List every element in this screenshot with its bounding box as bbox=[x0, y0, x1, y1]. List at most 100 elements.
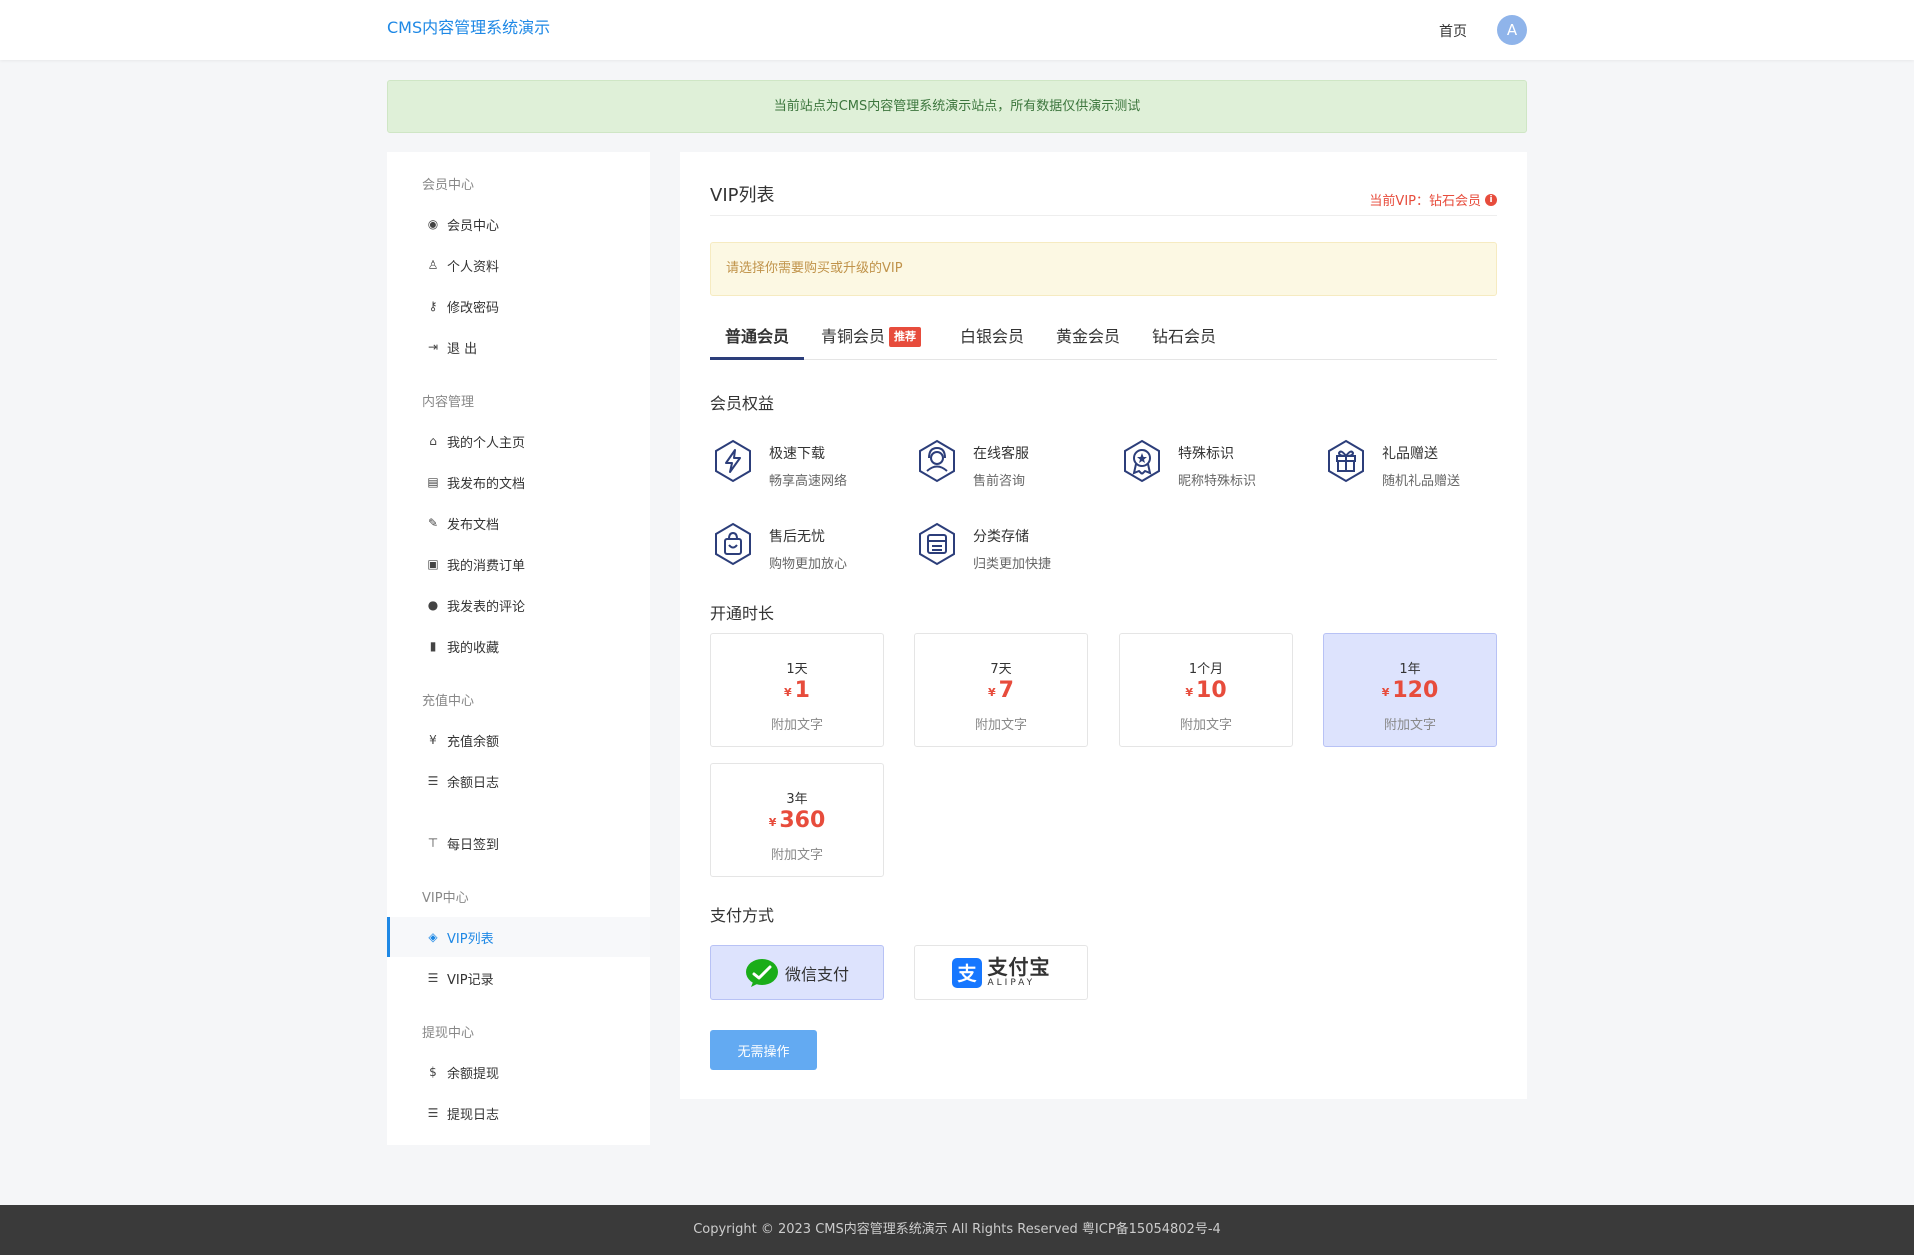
diamond-icon: ◈ bbox=[428, 930, 438, 944]
user-circle-icon: ◉ bbox=[427, 217, 439, 231]
vip-tabs: 普通会员 青铜会员 推荐 白银会员 黄金会员 钻石会员 bbox=[710, 320, 1497, 360]
no-action-button[interactable]: 无需操作 bbox=[710, 1030, 817, 1070]
tab-diamond-member[interactable]: 钻石会员 bbox=[1152, 320, 1216, 360]
key-icon: ⚷ bbox=[428, 299, 438, 313]
tab-label: 白银会员 bbox=[960, 327, 1025, 346]
shopping-bag-icon bbox=[715, 522, 751, 566]
benefit-title: 在线客服 bbox=[973, 446, 1029, 462]
alipay-icon: 支 bbox=[951, 957, 982, 988]
sidebar-group-title-member: 会员中心 bbox=[422, 178, 475, 193]
brand-logo-text[interactable]: CMS内容管理系统演示 bbox=[387, 14, 550, 38]
select-vip-tip: 请选择你需要购买或升级的VIP bbox=[710, 242, 1497, 296]
sidebar-group-title-vip: VIP中心 bbox=[422, 891, 469, 906]
signpost-icon: ⊤ bbox=[427, 836, 439, 850]
page-title: VIP列表 bbox=[710, 185, 775, 206]
sidebar-item-member-center[interactable]: ◉ 会员中心 bbox=[387, 204, 650, 244]
price-value: 360 bbox=[779, 808, 826, 833]
plan-note: 附加文字 bbox=[770, 718, 823, 733]
sidebar-item-profile[interactable]: ♙ 个人资料 bbox=[387, 245, 650, 285]
site-notice-banner: 当前站点为CMS内容管理系统演示站点，所有数据仅供演示测试 bbox=[387, 80, 1527, 133]
recommend-badge: 推荐 bbox=[889, 327, 922, 347]
currency-symbol: ¥ bbox=[1185, 686, 1194, 699]
sidebar-item-comments[interactable]: ● 我发表的评论 bbox=[387, 585, 650, 625]
sidebar-item-label: 我的收藏 bbox=[447, 640, 500, 656]
list-icon: ☰ bbox=[427, 971, 439, 985]
benefit-item: 特殊标识 昵称特殊标识 bbox=[1119, 438, 1319, 498]
sidebar: 会员中心 ◉ 会员中心 ♙ 个人资料 ⚷ 修改密码 ⇥ 退 出 内容管理 ⌂ 我的个人主页… bbox=[387, 152, 650, 1145]
sidebar-item-change-password[interactable]: ⚷ 修改密码 bbox=[387, 286, 650, 326]
tab-bronze-member[interactable]: 青铜会员 推荐 bbox=[821, 320, 922, 360]
sidebar-item-favorites[interactable]: ▮ 我的收藏 bbox=[387, 626, 650, 666]
benefit-desc: 归类更加快捷 bbox=[973, 557, 1052, 572]
yen-icon: ¥ bbox=[429, 733, 437, 747]
plan-option-1-month[interactable]: 1个月 ¥10 附加文字 bbox=[1119, 633, 1293, 747]
plan-name: 1个月 bbox=[1188, 662, 1224, 677]
tab-gold-member[interactable]: 黄金会员 bbox=[1056, 320, 1120, 360]
sidebar-item-withdraw[interactable]: $ 余额提现 bbox=[387, 1052, 650, 1092]
sidebar-group-title-content: 内容管理 bbox=[422, 395, 475, 410]
payment-option-wechat[interactable]: 微信支付 bbox=[710, 945, 884, 1000]
sidebar-item-orders[interactable]: ▣ 我的消费订单 bbox=[387, 544, 650, 584]
sidebar-item-withdraw-log[interactable]: ☰ 提现日志 bbox=[387, 1093, 650, 1133]
sidebar-item-label: 每日签到 bbox=[447, 837, 500, 853]
currency-symbol: ¥ bbox=[768, 816, 777, 829]
svg-text:支: 支 bbox=[956, 963, 977, 985]
plan-option-1-day[interactable]: 1天 ¥1 附加文字 bbox=[710, 633, 884, 747]
benefit-title: 礼品赠送 bbox=[1382, 446, 1438, 462]
plan-note: 附加文字 bbox=[974, 718, 1027, 733]
pencil-icon: ✎ bbox=[427, 516, 439, 530]
plan-option-1-year[interactable]: 1年 ¥120 附加文字 bbox=[1323, 633, 1497, 747]
wechat-icon bbox=[745, 958, 778, 987]
plan-note: 附加文字 bbox=[1383, 718, 1436, 733]
plan-name: 1天 bbox=[786, 662, 808, 677]
avatar[interactable]: A bbox=[1497, 15, 1527, 45]
sidebar-item-daily-checkin[interactable]: ⊤ 每日签到 bbox=[387, 823, 650, 863]
plan-option-3-years[interactable]: 3年 ¥360 附加文字 bbox=[710, 763, 884, 877]
plan-price: ¥120 bbox=[1324, 678, 1496, 703]
tab-silver-member[interactable]: 白银会员 bbox=[960, 320, 1024, 360]
sidebar-item-recharge[interactable]: ¥ 充值余额 bbox=[387, 720, 650, 760]
lightning-icon bbox=[715, 439, 751, 483]
tab-label: 青铜会员 bbox=[821, 327, 886, 346]
alipay-main-text: 支付宝 bbox=[987, 955, 1051, 979]
benefit-desc: 售前咨询 bbox=[973, 474, 1026, 489]
tab-normal-member[interactable]: 普通会员 bbox=[710, 320, 805, 360]
sidebar-item-vip-records[interactable]: ☰ VIP记录 bbox=[387, 958, 650, 998]
nav-home-link[interactable]: 首页 bbox=[1439, 21, 1467, 41]
sidebar-group-title-recharge: 充值中心 bbox=[422, 694, 475, 709]
sidebar-item-label: 提现日志 bbox=[447, 1107, 500, 1123]
payment-option-alipay[interactable]: 支 支付宝 ALIPAY bbox=[914, 945, 1088, 1000]
sidebar-item-my-documents[interactable]: ▤ 我发布的文档 bbox=[387, 462, 650, 502]
user-icon: ♙ bbox=[427, 258, 439, 272]
sign-out-icon: ⇥ bbox=[427, 340, 439, 354]
benefit-desc: 购物更加放心 bbox=[769, 557, 848, 572]
payment-title: 支付方式 bbox=[710, 906, 775, 925]
tab-label: 钻石会员 bbox=[1152, 327, 1217, 346]
list-icon: ☰ bbox=[427, 774, 439, 788]
benefit-item: 在线客服 售前咨询 bbox=[914, 438, 1114, 498]
sidebar-item-publish-document[interactable]: ✎ 发布文档 bbox=[387, 503, 650, 543]
comments-icon: ● bbox=[427, 598, 439, 612]
duration-title: 开通时长 bbox=[710, 604, 775, 623]
sidebar-item-homepage[interactable]: ⌂ 我的个人主页 bbox=[387, 421, 650, 461]
price-value: 7 bbox=[998, 678, 1014, 703]
plan-note: 附加文字 bbox=[770, 848, 823, 863]
wechat-pay-label: 微信支付 bbox=[784, 964, 849, 984]
sidebar-item-label: 发布文档 bbox=[447, 517, 500, 533]
sidebar-item-vip-list[interactable]: ◈ VIP列表 bbox=[387, 917, 650, 957]
sidebar-item-label: 我的个人主页 bbox=[447, 435, 526, 451]
sidebar-item-balance-log[interactable]: ☰ 余额日志 bbox=[387, 761, 650, 801]
list-icon: ☰ bbox=[427, 1106, 439, 1120]
info-icon[interactable]: i bbox=[1485, 193, 1497, 206]
current-vip-status: 当前VIP：钻石会员 i bbox=[1369, 190, 1497, 209]
benefit-item: 极速下载 畅享高速网络 bbox=[710, 438, 910, 498]
benefit-desc: 昵称特殊标识 bbox=[1178, 474, 1257, 489]
plan-option-7-days[interactable]: 7天 ¥7 附加文字 bbox=[914, 633, 1088, 747]
currency-symbol: ¥ bbox=[784, 686, 792, 699]
sidebar-item-logout[interactable]: ⇥ 退 出 bbox=[387, 327, 650, 367]
plan-name: 1年 bbox=[1399, 662, 1421, 677]
home-icon: ⌂ bbox=[429, 434, 437, 448]
plan-name: 3年 bbox=[786, 792, 808, 807]
sidebar-item-label: 会员中心 bbox=[447, 218, 500, 234]
tab-label: 普通会员 bbox=[725, 327, 790, 346]
